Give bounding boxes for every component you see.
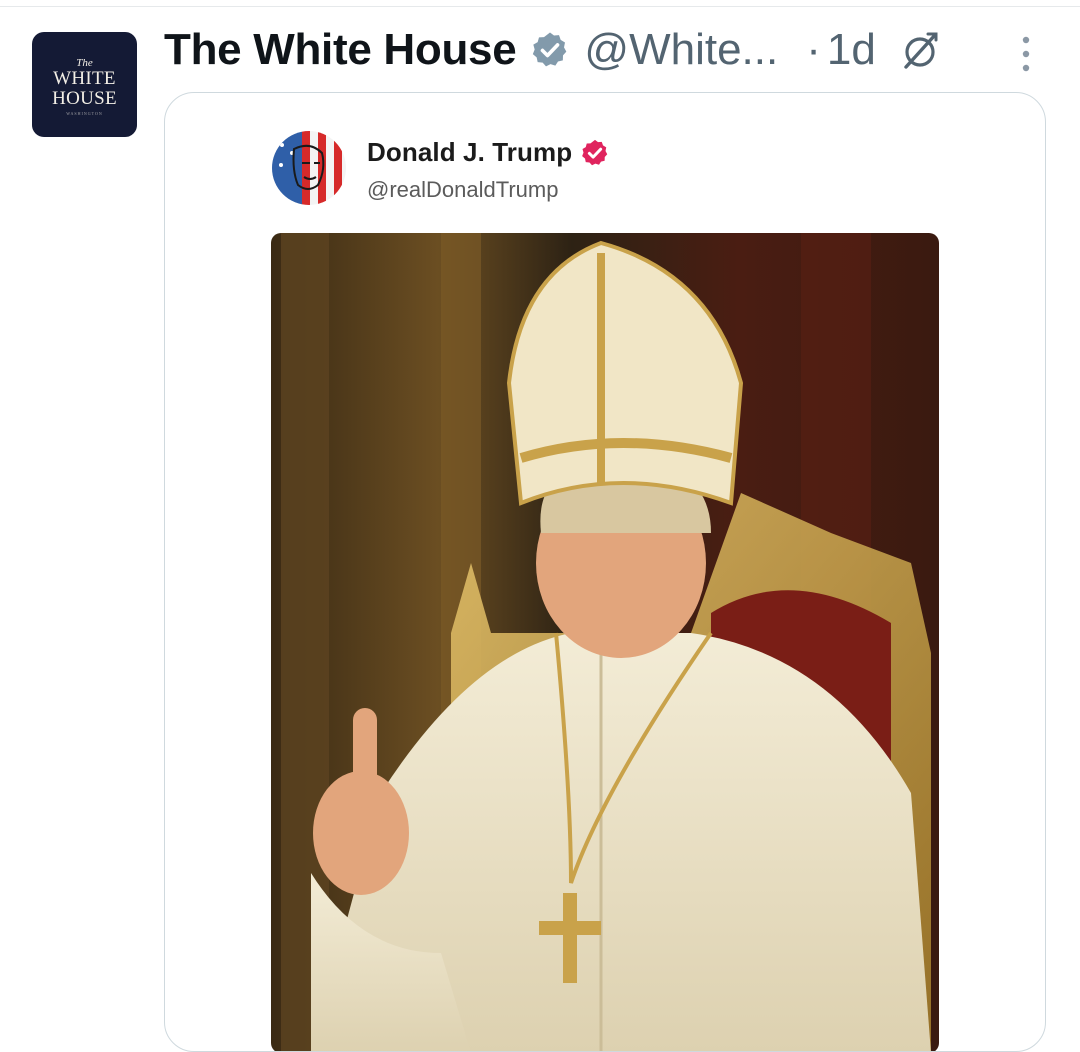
more-vertical-icon[interactable] xyxy=(1016,35,1036,73)
quoted-post-card[interactable]: Donald J. Trump @realDonaldTrump xyxy=(164,92,1046,1052)
quoted-author-handle: @realDonaldTrump xyxy=(367,177,559,202)
flag-face-avatar-icon xyxy=(272,131,346,205)
no-edit-icon xyxy=(904,32,938,69)
avatar-line-washington: WASHINGTON xyxy=(66,110,103,116)
avatar-line-house: HOUSE xyxy=(52,87,117,109)
quoted-post-image[interactable] xyxy=(271,233,939,1051)
display-name[interactable]: The White House xyxy=(164,25,517,75)
quoted-verified-badge-icon xyxy=(582,139,608,165)
separator-dot: · xyxy=(806,25,821,74)
white-house-avatar[interactable]: The WHITE HOUSE WASHINGTON xyxy=(32,32,137,137)
tweet-header: The White House @White... · 1d xyxy=(164,22,1044,78)
portrait-image xyxy=(271,233,939,1051)
avatar-line-the: The xyxy=(76,56,93,69)
timestamp[interactable]: 1d xyxy=(827,25,876,75)
quoted-author-avatar[interactable] xyxy=(272,131,346,205)
handle[interactable]: @White... xyxy=(584,25,778,75)
tweet[interactable]: The WHITE HOUSE WASHINGTON The White Hou… xyxy=(0,0,1080,1052)
avatar-line-white: WHITE xyxy=(53,67,116,89)
quoted-author-name-text: Donald J. Trump xyxy=(367,137,573,167)
quoted-author-name[interactable]: Donald J. Trump xyxy=(367,137,610,168)
verified-badge-icon xyxy=(533,32,567,67)
